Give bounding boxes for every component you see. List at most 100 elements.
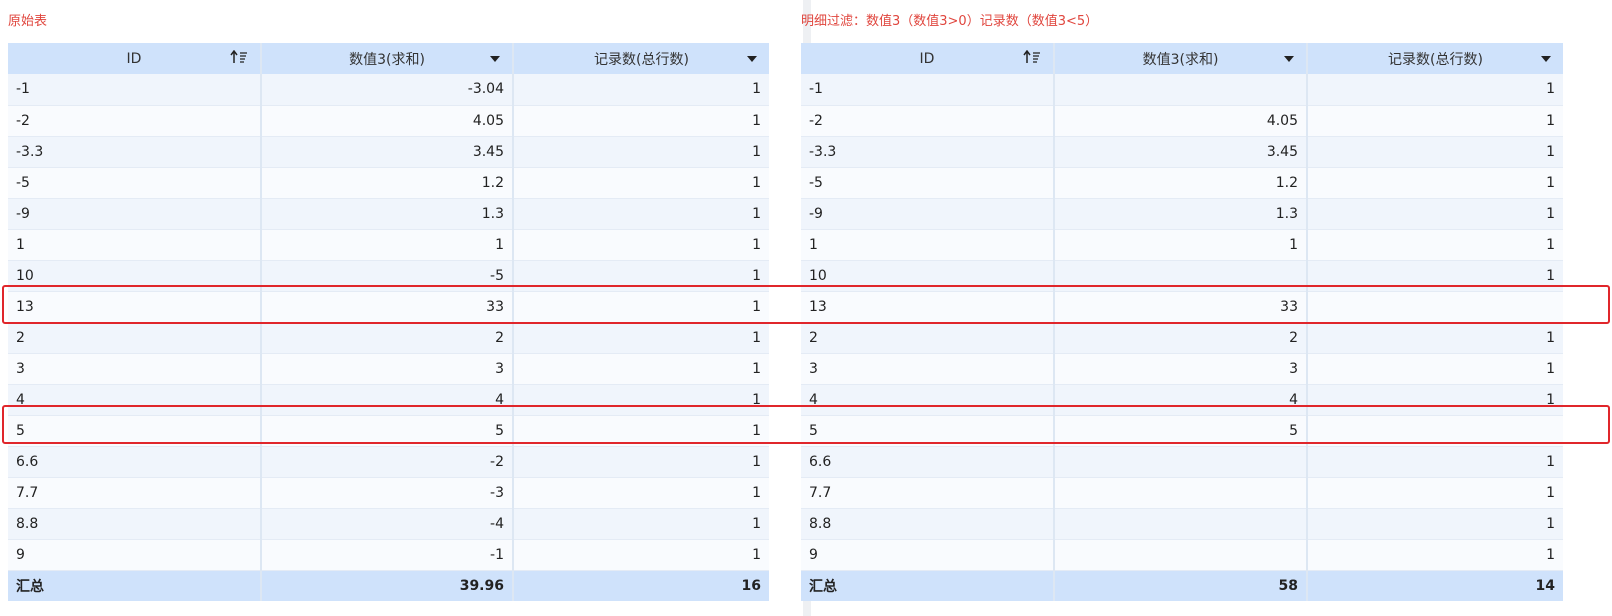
cell-value3-sum[interactable]: 4.05 [261, 105, 514, 137]
cell-id[interactable]: 6.6 [801, 446, 1055, 478]
cell-value3-sum[interactable]: 2 [261, 322, 514, 354]
table-row[interactable]: 55 [801, 415, 1563, 447]
cell-id[interactable]: -2 [801, 105, 1055, 137]
caret-down-icon[interactable] [1541, 55, 1551, 62]
cell-record-count[interactable]: 1 [513, 353, 769, 385]
cell-record-count[interactable]: 1 [1307, 508, 1563, 540]
cell-value3-sum[interactable]: 3 [261, 353, 514, 385]
cell-id[interactable]: -9 [8, 198, 262, 230]
cell-value3-sum[interactable] [1054, 508, 1308, 540]
cell-record-count[interactable] [1307, 291, 1563, 323]
cell-record-count[interactable]: 1 [1307, 198, 1563, 230]
caret-down-icon[interactable] [747, 55, 757, 62]
cell-id[interactable]: -9 [801, 198, 1055, 230]
column-header-id[interactable]: ID [801, 43, 1055, 74]
cell-id[interactable]: 6.6 [8, 446, 262, 478]
table-row[interactable]: -5 1.2 1 [801, 167, 1563, 199]
cell-value3-sum[interactable]: 33 [1054, 291, 1308, 323]
cell-value3-sum[interactable]: 1.3 [1054, 198, 1308, 230]
cell-id[interactable]: 5 [8, 415, 262, 447]
table-row[interactable]: 441 [801, 384, 1563, 416]
cell-id[interactable]: 4 [801, 384, 1055, 416]
cell-id[interactable]: -5 [801, 167, 1055, 199]
cell-record-count[interactable]: 1 [513, 446, 769, 478]
cell-id[interactable]: 1 [8, 229, 262, 261]
cell-id[interactable]: 9 [8, 539, 262, 571]
cell-id[interactable]: 13 [8, 291, 262, 323]
cell-value3-sum[interactable]: -2 [261, 446, 514, 478]
cell-id[interactable]: 8.8 [801, 508, 1055, 540]
table-row[interactable]: 7.7 1 [801, 477, 1563, 509]
sort-ascending-icon[interactable] [1023, 49, 1041, 68]
table-row[interactable]: 13 33 1 [8, 291, 769, 323]
cell-value3-sum[interactable] [1054, 477, 1308, 509]
cell-value3-sum[interactable] [1054, 446, 1308, 478]
cell-record-count[interactable] [1307, 415, 1563, 447]
table-row[interactable]: 6.6 -2 1 [8, 446, 769, 478]
table-row[interactable]: 13 33 [801, 291, 1563, 323]
cell-value3-sum[interactable]: 3.45 [1054, 136, 1308, 168]
cell-id[interactable]: -1 [8, 74, 262, 106]
cell-value3-sum[interactable]: 3.45 [261, 136, 514, 168]
cell-record-count[interactable]: 1 [513, 539, 769, 571]
caret-down-icon[interactable] [1284, 55, 1294, 62]
cell-record-count[interactable]: 1 [1307, 105, 1563, 137]
cell-id[interactable]: 2 [8, 322, 262, 354]
cell-value3-sum[interactable]: 1.3 [261, 198, 514, 230]
cell-value3-sum[interactable]: 1.2 [261, 167, 514, 199]
cell-id[interactable]: 9 [801, 539, 1055, 571]
cell-record-count[interactable]: 1 [513, 260, 769, 292]
cell-record-count[interactable]: 1 [1307, 229, 1563, 261]
cell-record-count[interactable]: 1 [1307, 384, 1563, 416]
cell-record-count[interactable]: 1 [1307, 539, 1563, 571]
table-row[interactable]: -1 -3.04 1 [8, 74, 769, 106]
cell-record-count[interactable]: 1 [1307, 74, 1563, 106]
cell-record-count[interactable]: 1 [513, 322, 769, 354]
column-header-record-count[interactable]: 记录数(总行数) [1307, 43, 1563, 74]
cell-value3-sum[interactable]: 1 [261, 229, 514, 261]
cell-id[interactable]: 1 [801, 229, 1055, 261]
cell-value3-sum[interactable] [1054, 74, 1308, 106]
cell-value3-sum[interactable]: -4 [261, 508, 514, 540]
cell-value3-sum[interactable]: 1.2 [1054, 167, 1308, 199]
table-row[interactable]: 9 -1 1 [8, 539, 769, 571]
cell-value3-sum[interactable] [1054, 539, 1308, 571]
table-row[interactable]: 331 [8, 353, 769, 385]
cell-record-count[interactable]: 1 [513, 74, 769, 106]
table-row[interactable]: 221 [8, 322, 769, 354]
cell-id[interactable]: -3.3 [8, 136, 262, 168]
cell-record-count[interactable]: 1 [513, 198, 769, 230]
cell-id[interactable]: 13 [801, 291, 1055, 323]
table-row[interactable]: -1 1 [801, 74, 1563, 106]
cell-value3-sum[interactable]: -3.04 [261, 74, 514, 106]
cell-id[interactable]: 5 [801, 415, 1055, 447]
cell-id[interactable]: -1 [801, 74, 1055, 106]
cell-value3-sum[interactable]: 3 [1054, 353, 1308, 385]
cell-record-count[interactable]: 1 [1307, 136, 1563, 168]
cell-id[interactable]: 10 [8, 260, 262, 292]
table-row[interactable]: -2 4.05 1 [8, 105, 769, 137]
cell-record-count[interactable]: 1 [513, 384, 769, 416]
cell-id[interactable]: 7.7 [801, 477, 1055, 509]
cell-value3-sum[interactable]: 5 [261, 415, 514, 447]
table-row[interactable]: -9 1.3 1 [801, 198, 1563, 230]
cell-id[interactable]: -3.3 [801, 136, 1055, 168]
table-row[interactable]: 91 [801, 539, 1563, 571]
table-row[interactable]: 8.8 1 [801, 508, 1563, 540]
cell-record-count[interactable]: 1 [513, 167, 769, 199]
cell-id[interactable]: 3 [801, 353, 1055, 385]
cell-value3-sum[interactable]: 33 [261, 291, 514, 323]
cell-value3-sum[interactable]: 1 [1054, 229, 1308, 261]
cell-value3-sum[interactable]: 4 [261, 384, 514, 416]
cell-record-count[interactable]: 1 [513, 477, 769, 509]
table-row[interactable]: -3.3 3.45 1 [8, 136, 769, 168]
cell-record-count[interactable]: 1 [1307, 260, 1563, 292]
cell-record-count[interactable]: 1 [1307, 353, 1563, 385]
table-row[interactable]: 6.6 1 [801, 446, 1563, 478]
cell-record-count[interactable]: 1 [1307, 167, 1563, 199]
table-row[interactable]: 441 [8, 384, 769, 416]
table-row[interactable]: -5 1.2 1 [8, 167, 769, 199]
cell-id[interactable]: 3 [8, 353, 262, 385]
cell-id[interactable]: -5 [8, 167, 262, 199]
table-row[interactable]: 111 [801, 229, 1563, 261]
